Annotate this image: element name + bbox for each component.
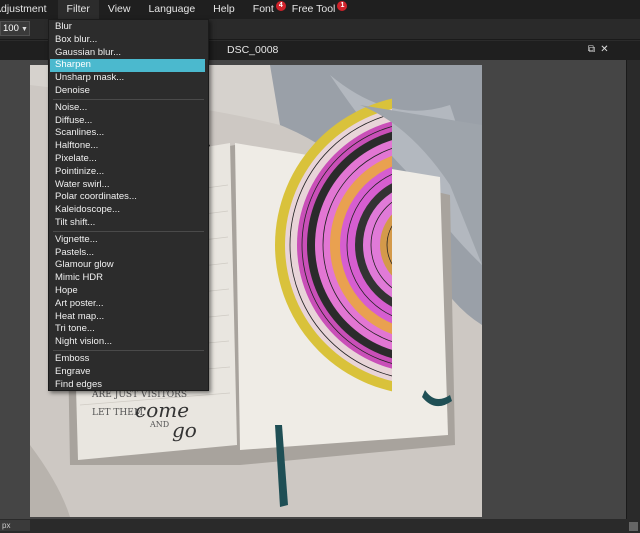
zoom-select[interactable]: 100 ▼: [0, 21, 30, 36]
filter-sharpen[interactable]: Sharpen: [50, 59, 205, 73]
filter-tri-tone[interactable]: Tri tone...: [49, 323, 208, 336]
filter-emboss[interactable]: Emboss: [49, 353, 208, 366]
menu-bar: Adjustment Filter View Language Help Fon…: [0, 0, 640, 19]
menu-view-label: View: [107, 3, 131, 15]
restore-icon[interactable]: ⧉: [586, 44, 597, 55]
filter-vignette[interactable]: Vignette...: [49, 234, 208, 247]
filter-halftone[interactable]: Halftone...: [49, 140, 208, 153]
menu-free-tool[interactable]: Free Tool 1: [288, 0, 350, 19]
filter-night-vision[interactable]: Night vision...: [49, 336, 208, 349]
menu-font-label: Font: [252, 3, 274, 15]
menu-view[interactable]: View: [99, 0, 140, 19]
vertical-scrollbar[interactable]: [626, 60, 640, 519]
filter-kaleidoscope[interactable]: Kaleidoscope...: [49, 204, 208, 217]
filter-pixelate[interactable]: Pixelate...: [49, 153, 208, 166]
filter-noise[interactable]: Noise...: [49, 102, 208, 115]
menu-language-label: Language: [148, 3, 196, 15]
filter-pointinize[interactable]: Pointinize...: [49, 166, 208, 179]
filter-mimic-hdr[interactable]: Mimic HDR: [49, 272, 208, 285]
chevron-down-icon: ▼: [21, 26, 28, 33]
filter-polar-coordinates[interactable]: Polar coordinates...: [49, 191, 208, 204]
menu-help[interactable]: Help: [204, 0, 244, 19]
filter-menu: Blur Box blur... Gaussian blur... Sharpe…: [48, 19, 209, 391]
filter-unsharp-mask[interactable]: Unsharp mask...: [49, 72, 208, 85]
filter-tilt-shift[interactable]: Tilt shift...: [49, 217, 208, 230]
close-icon[interactable]: ✕: [599, 44, 610, 55]
handwriting-and: AND: [149, 420, 169, 429]
filter-pastels[interactable]: Pastels...: [49, 247, 208, 260]
resize-grip-icon[interactable]: [629, 522, 638, 531]
filter-box-blur[interactable]: Box blur...: [49, 34, 208, 47]
menu-divider: [53, 349, 204, 351]
font-count-badge: 4: [275, 1, 286, 11]
filter-blur[interactable]: Blur: [49, 21, 208, 34]
filter-water-swirl[interactable]: Water swirl...: [49, 179, 208, 192]
filter-engrave[interactable]: Engrave: [49, 366, 208, 379]
filter-gaussian-blur[interactable]: Gaussian blur...: [49, 47, 208, 60]
menu-font[interactable]: Font 4: [244, 0, 288, 19]
unit-field[interactable]: px: [0, 520, 30, 531]
free-tool-count-badge: 1: [337, 1, 348, 11]
filter-denoise[interactable]: Denoise: [49, 85, 208, 98]
filter-hope[interactable]: Hope: [49, 285, 208, 298]
menu-adjustment-label: Adjustment: [0, 3, 47, 15]
filter-scanlines[interactable]: Scanlines...: [49, 127, 208, 140]
menu-divider: [53, 230, 204, 232]
menu-filter[interactable]: Filter: [57, 0, 99, 19]
menu-divider: [53, 98, 204, 100]
menu-free-tool-label: Free Tool: [291, 3, 336, 15]
menu-help-label: Help: [213, 3, 235, 15]
menu-adjustment[interactable]: Adjustment: [0, 0, 56, 19]
document-title: DSC_0008: [227, 44, 279, 56]
status-bar: px: [0, 519, 640, 533]
filter-glamour-glow[interactable]: Glamour glow: [49, 259, 208, 272]
handwriting-go: go: [172, 418, 197, 442]
zoom-value: 100: [3, 23, 19, 34]
filter-diffuse[interactable]: Diffuse...: [49, 115, 208, 128]
menu-filter-label: Filter: [66, 3, 90, 15]
filter-find-edges[interactable]: Find edges: [49, 379, 208, 392]
filter-heat-map[interactable]: Heat map...: [49, 311, 208, 324]
filter-art-poster[interactable]: Art poster...: [49, 298, 208, 311]
menu-language[interactable]: Language: [139, 0, 204, 19]
